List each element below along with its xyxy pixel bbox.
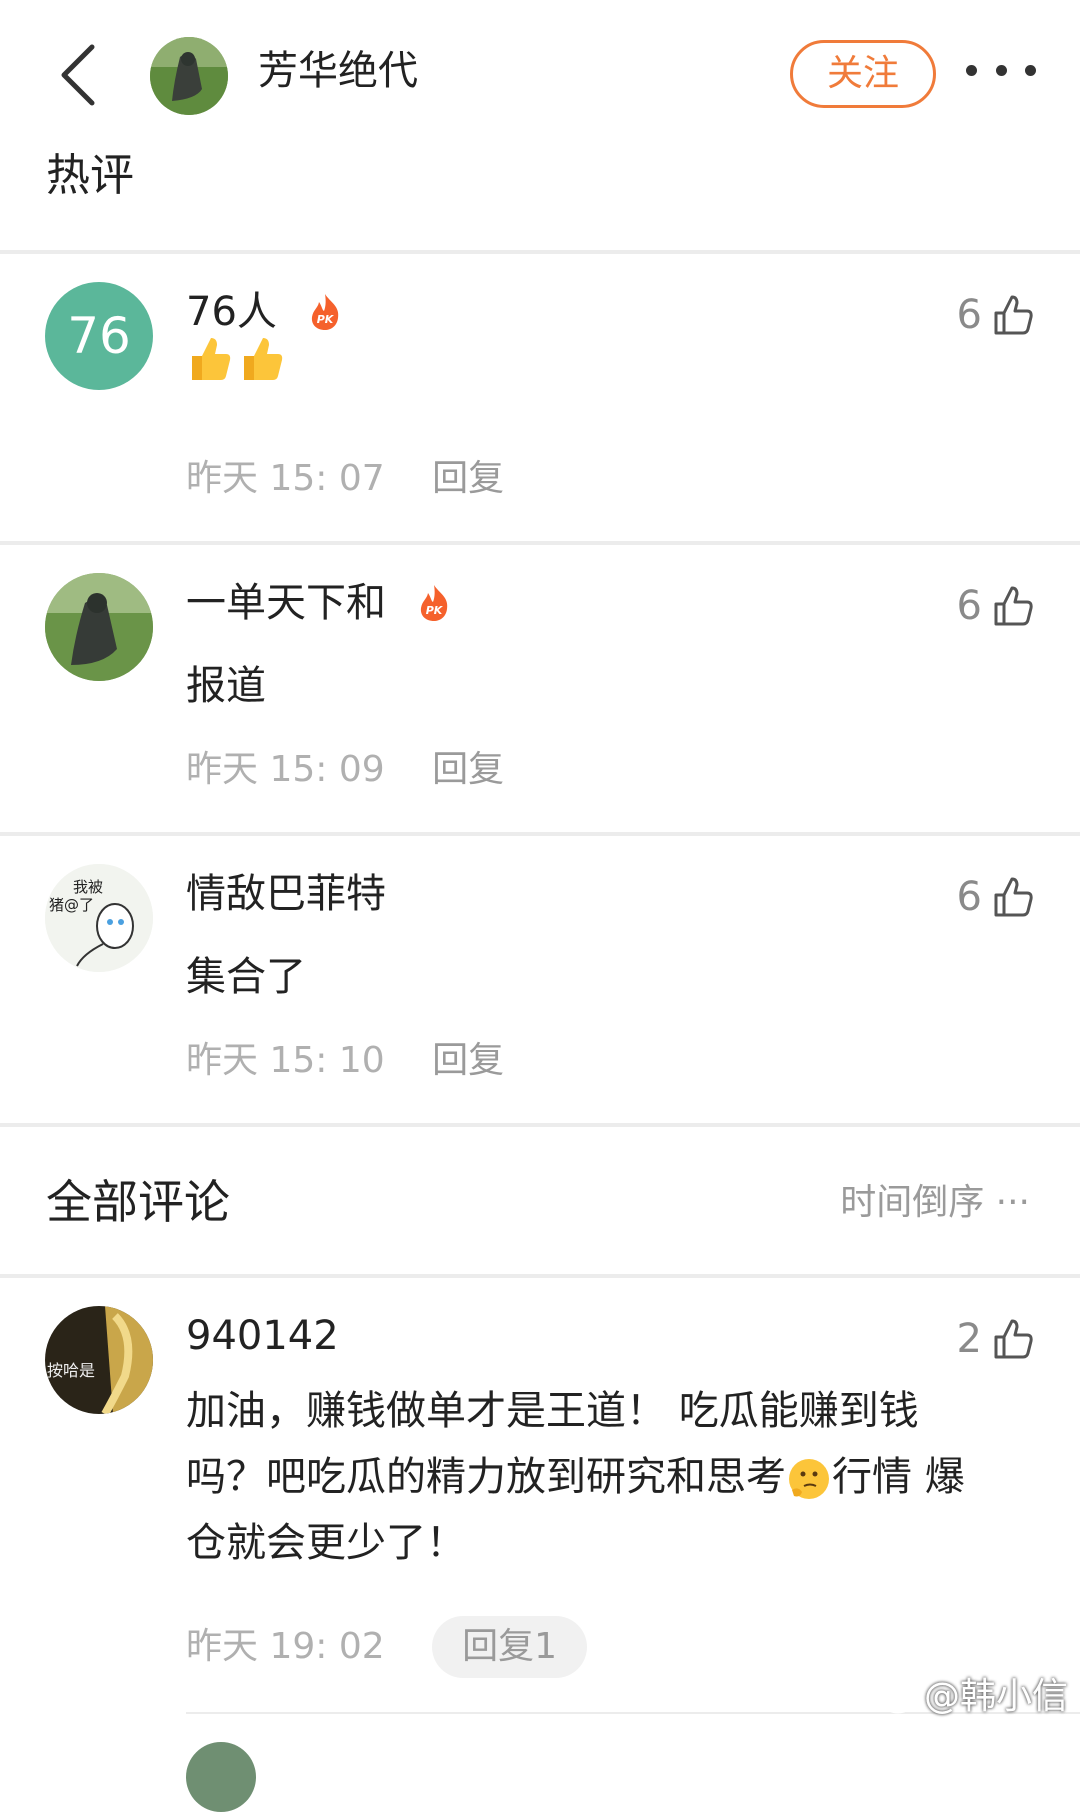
watermark: @韩小信 xyxy=(882,1672,1068,1722)
thumbs-up-emoji-icon xyxy=(244,338,283,380)
divider xyxy=(0,1123,1080,1127)
comment-time: 昨天 15: 10 xyxy=(186,1040,385,1081)
comment-text: 报道 xyxy=(186,663,266,709)
pk-fire-badge-icon: PK xyxy=(420,585,447,621)
like-count: 2 xyxy=(956,1316,982,1362)
hot-comment-item[interactable]: 76 76人 PK 6 昨天 15: 07 回复 xyxy=(0,254,1080,541)
hot-comment-item[interactable]: 我被 猪@了 情敌巴菲特 6 集合了 昨天 15: 10 回复 xyxy=(0,836,1080,1123)
svg-text:猪@了: 猪@了 xyxy=(49,896,94,914)
avatar[interactable] xyxy=(186,1742,256,1812)
view-replies-button[interactable]: 回复1 xyxy=(432,1616,587,1678)
thumbs-up-icon xyxy=(994,586,1033,626)
all-comments-title: 全部评论 xyxy=(46,1175,230,1229)
comment-text xyxy=(186,324,1026,390)
comment-text: 加油，赚钱做单才是王道！ 吃瓜能赚到钱 吗？吧吃瓜的精力放到研究和思考 行情 爆… xyxy=(186,1388,965,1566)
thinking-face-emoji-icon xyxy=(789,1459,829,1499)
svg-text:按哈是: 按哈是 xyxy=(47,1361,95,1380)
commenter-name[interactable]: 情敌巴菲特 xyxy=(186,871,386,917)
comment-time: 昨天 19: 02 xyxy=(186,1626,385,1667)
svg-text:我被: 我被 xyxy=(73,878,103,896)
reply-button[interactable]: 回复 xyxy=(432,749,504,790)
like-count: 6 xyxy=(956,874,982,920)
avatar[interactable]: 我被 猪@了 xyxy=(45,864,153,972)
svg-text:PK: PK xyxy=(425,604,443,617)
author-avatar[interactable] xyxy=(150,37,228,115)
like-button[interactable]: 6 xyxy=(957,581,1036,631)
comment-text: 集合了 xyxy=(186,954,306,1000)
commenter-name[interactable]: 一单天下和 xyxy=(186,580,386,626)
back-button[interactable] xyxy=(48,40,108,110)
avatar[interactable]: 按哈是 xyxy=(45,1306,153,1414)
comment-item[interactable]: 按哈是 940142 2 加油，赚钱做单才是王道！ 吃瓜能赚到钱 吗？吧吃瓜的精… xyxy=(0,1278,1080,1708)
like-button[interactable]: 6 xyxy=(957,872,1036,922)
thumbs-up-emoji-icon xyxy=(192,338,231,380)
thumbs-up-icon xyxy=(994,1319,1033,1359)
like-count: 6 xyxy=(956,583,982,629)
thumbs-up-icon xyxy=(994,877,1033,917)
avatar[interactable]: 76 xyxy=(45,282,153,390)
hot-comment-item[interactable]: 一单天下和 PK 6 报道 昨天 15: 09 回复 xyxy=(0,545,1080,832)
more-options-icon[interactable] xyxy=(966,55,1036,85)
top-bar: 芳华绝代 关注 xyxy=(0,0,1080,150)
comment-time: 昨天 15: 09 xyxy=(186,749,385,790)
sort-order-button[interactable]: 时间倒序 ··· xyxy=(840,1178,1030,1228)
back-arrow-icon xyxy=(61,44,95,106)
weibo-logo-icon xyxy=(882,1682,919,1714)
author-name[interactable]: 芳华绝代 xyxy=(258,42,418,100)
commenter-name[interactable]: 940142 xyxy=(186,1313,339,1359)
comment-time: 昨天 15: 07 xyxy=(186,458,385,499)
like-button[interactable]: 2 xyxy=(957,1314,1036,1364)
reply-button[interactable]: 回复 xyxy=(432,458,504,499)
reply-button[interactable]: 回复 xyxy=(432,1040,504,1081)
follow-button[interactable]: 关注 xyxy=(790,40,936,108)
hot-comments-title: 热评 xyxy=(46,150,134,201)
avatar[interactable] xyxy=(45,573,153,681)
all-comments-header: 全部评论 时间倒序 ··· xyxy=(0,1128,1080,1274)
